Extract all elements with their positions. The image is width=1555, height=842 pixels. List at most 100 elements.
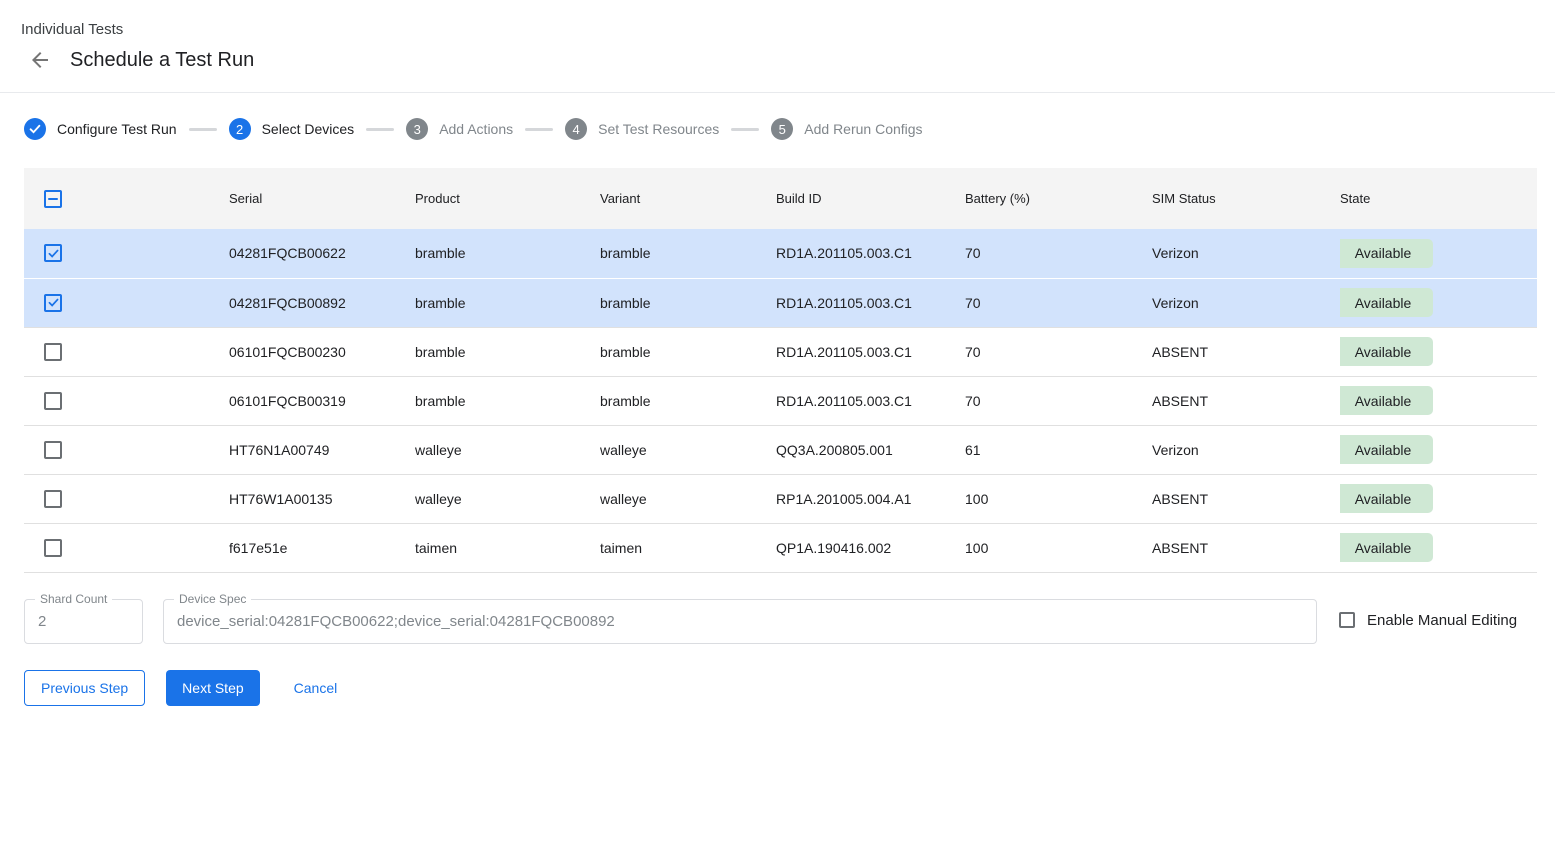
manual-editing-label: Enable Manual Editing — [1367, 612, 1517, 629]
column-header-sim-status: SIM Status — [1152, 168, 1340, 229]
row-checkbox[interactable] — [44, 539, 62, 557]
page-header: Individual Tests Schedule a Test Run — [0, 0, 1555, 75]
cell-variant: bramble — [600, 278, 776, 327]
step-label: Configure Test Run — [57, 121, 177, 137]
back-button[interactable] — [27, 47, 53, 73]
state-badge: Available — [1340, 484, 1433, 513]
cell-variant: walleye — [600, 474, 776, 523]
cell-build-id: RP1A.201005.004.A1 — [776, 474, 965, 523]
cancel-button[interactable]: Cancel — [278, 670, 354, 706]
cell-sim: ABSENT — [1152, 523, 1340, 572]
breadcrumb: Individual Tests — [21, 21, 1531, 38]
step-label: Add Actions — [439, 121, 513, 137]
step-configure-test-run[interactable]: Configure Test Run — [24, 118, 177, 140]
column-header-state: State — [1340, 168, 1537, 229]
step-number: 3 — [406, 118, 428, 140]
step-connector — [189, 128, 217, 131]
cell-product: walleye — [415, 474, 600, 523]
cell-sim: Verizon — [1152, 425, 1340, 474]
column-header-battery: Battery (%) — [965, 168, 1152, 229]
manual-editing-checkbox[interactable] — [1339, 612, 1355, 628]
device-table-wrap: SerialProductVariantBuild IDBattery (%)S… — [24, 168, 1537, 573]
table-header-row: SerialProductVariantBuild IDBattery (%)S… — [24, 168, 1537, 229]
table-row[interactable]: 06101FQCB00319bramblebrambleRD1A.201105.… — [24, 376, 1537, 425]
cell-product: bramble — [415, 327, 600, 376]
cell-battery: 70 — [965, 229, 1152, 278]
indeterminate-dash-icon — [48, 198, 58, 200]
cell-serial: 04281FQCB00892 — [229, 278, 415, 327]
cell-serial: HT76W1A00135 — [229, 474, 415, 523]
cell-battery: 70 — [965, 376, 1152, 425]
table-row[interactable]: 06101FQCB00230bramblebrambleRD1A.201105.… — [24, 327, 1537, 376]
cell-build-id: QQ3A.200805.001 — [776, 425, 965, 474]
cell-serial: 04281FQCB00622 — [229, 229, 415, 278]
cell-serial: HT76N1A00749 — [229, 425, 415, 474]
table-row[interactable]: HT76W1A00135walleyewalleyeRP1A.201005.00… — [24, 474, 1537, 523]
step-set-test-resources[interactable]: 4Set Test Resources — [565, 118, 719, 140]
column-header-variant: Variant — [600, 168, 776, 229]
cell-serial: 06101FQCB00230 — [229, 327, 415, 376]
cell-product: taimen — [415, 523, 600, 572]
shard-form-row: Shard Count Device Spec Enable Manual Ed… — [24, 599, 1531, 644]
cell-state: Available — [1340, 327, 1537, 376]
cell-product: bramble — [415, 376, 600, 425]
row-checkbox[interactable] — [44, 343, 62, 361]
state-badge: Available — [1340, 288, 1433, 317]
step-label: Select Devices — [262, 121, 355, 137]
cell-state: Available — [1340, 376, 1537, 425]
cell-state: Available — [1340, 278, 1537, 327]
step-add-actions[interactable]: 3 Add Actions — [406, 118, 513, 140]
cell-sim: ABSENT — [1152, 474, 1340, 523]
stepper: Configure Test Run 2Select Devices 3 Add Ac… — [0, 117, 1555, 141]
title-row: Schedule a Test Run — [21, 45, 1531, 75]
cell-state: Available — [1340, 474, 1537, 523]
cell-battery: 70 — [965, 278, 1152, 327]
header-divider — [0, 92, 1555, 93]
cell-state: Available — [1340, 229, 1537, 278]
table-row[interactable]: HT76N1A00749walleyewalleyeQQ3A.200805.00… — [24, 425, 1537, 474]
cell-product: bramble — [415, 278, 600, 327]
row-checkbox[interactable] — [44, 441, 62, 459]
row-checkbox[interactable] — [44, 244, 62, 262]
cell-build-id: QP1A.190416.002 — [776, 523, 965, 572]
cell-state: Available — [1340, 523, 1537, 572]
cell-serial: 06101FQCB00319 — [229, 376, 415, 425]
shard-count-label: Shard Count — [35, 592, 112, 606]
table-row[interactable]: 04281FQCB00892bramblebrambleRD1A.201105.… — [24, 278, 1537, 327]
previous-step-button[interactable]: Previous Step — [24, 670, 145, 706]
step-complete-check-icon — [24, 118, 46, 140]
cell-state: Available — [1340, 425, 1537, 474]
device-table-body: 04281FQCB00622bramblebrambleRD1A.201105.… — [24, 229, 1537, 572]
table-row[interactable]: f617e51etaimentaimenQP1A.190416.002100AB… — [24, 523, 1537, 572]
step-select-devices[interactable]: 2Select Devices — [229, 118, 355, 140]
device-spec-label: Device Spec — [174, 592, 251, 606]
table-row[interactable]: 04281FQCB00622bramblebrambleRD1A.201105.… — [24, 229, 1537, 278]
cell-sim: Verizon — [1152, 229, 1340, 278]
device-spec-input[interactable] — [164, 613, 1316, 630]
arrow-left-icon — [28, 48, 52, 72]
state-badge: Available — [1340, 533, 1433, 562]
select-all-checkbox[interactable] — [44, 190, 62, 208]
row-checkbox[interactable] — [44, 490, 62, 508]
step-number: 4 — [565, 118, 587, 140]
device-spec-field: Device Spec — [163, 599, 1317, 644]
cell-serial: f617e51e — [229, 523, 415, 572]
cell-battery: 100 — [965, 474, 1152, 523]
state-badge: Available — [1340, 337, 1433, 366]
step-connector — [731, 128, 759, 131]
column-header-product: Product — [415, 168, 600, 229]
enable-manual-editing[interactable]: Enable Manual Editing — [1339, 612, 1517, 629]
shard-count-input[interactable] — [25, 613, 142, 630]
state-badge: Available — [1340, 435, 1433, 464]
cell-sim: ABSENT — [1152, 327, 1340, 376]
row-checkbox[interactable] — [44, 392, 62, 410]
cell-build-id: RD1A.201105.003.C1 — [776, 278, 965, 327]
cell-battery: 70 — [965, 327, 1152, 376]
next-step-button[interactable]: Next Step — [166, 670, 259, 706]
step-label: Add Rerun Configs — [804, 121, 922, 137]
step-add-rerun-configs[interactable]: 5 Add Rerun Configs — [771, 118, 922, 140]
step-number: 5 — [771, 118, 793, 140]
cell-build-id: RD1A.201105.003.C1 — [776, 376, 965, 425]
cell-variant: walleye — [600, 425, 776, 474]
row-checkbox[interactable] — [44, 294, 62, 312]
